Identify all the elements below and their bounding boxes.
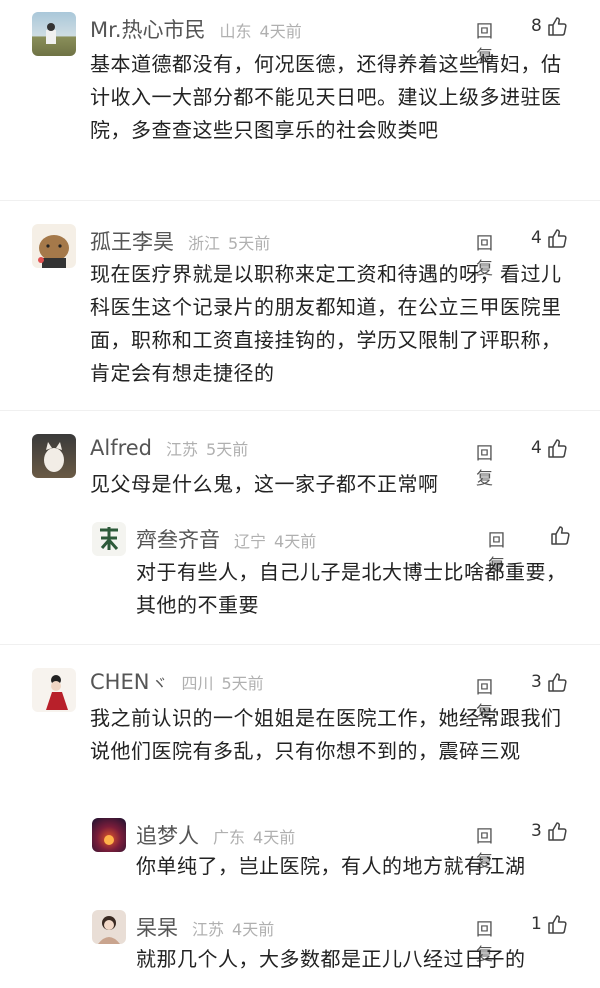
username[interactable]: 孤王李昊 [90, 226, 174, 256]
location: 山东 [219, 22, 252, 41]
like-button[interactable]: 3 [531, 820, 568, 842]
username[interactable]: 追梦人 [136, 820, 199, 850]
thumbs-up-icon [548, 673, 567, 692]
like-count: 4 [531, 228, 542, 248]
avatar[interactable] [32, 12, 76, 56]
thumbs-up-icon [548, 915, 567, 934]
sunset-avatar-icon [104, 835, 114, 845]
divider [0, 200, 600, 201]
like-count: 3 [531, 821, 542, 841]
capybara-avatar-icon [38, 235, 69, 268]
like-button[interactable] [545, 524, 571, 546]
user-badge: ヾ [151, 674, 168, 693]
like-button[interactable]: 4 [531, 227, 568, 249]
comment-header: 追梦人 广东 4天前 [136, 820, 295, 850]
like-button[interactable]: 3 [531, 671, 568, 693]
like-count: 3 [531, 672, 542, 692]
like-count: 4 [531, 438, 542, 458]
avatar[interactable] [92, 522, 126, 556]
timestamp: 5天前 [206, 440, 249, 459]
timestamp: 4天前 [259, 22, 302, 41]
avatar[interactable] [92, 910, 126, 944]
timestamp: 5天前 [228, 234, 271, 253]
like-count: 1 [531, 914, 542, 934]
username[interactable]: CHEN [90, 670, 149, 694]
location: 江苏 [166, 440, 199, 459]
calligraphy-avatar-icon [100, 527, 119, 550]
like-button[interactable]: 4 [531, 437, 568, 459]
comment-header: 齊叁齐音 辽宁 4天前 [136, 524, 316, 554]
comment-header: 孤王李昊 浙江 5天前 [90, 226, 270, 256]
thumbs-up-icon [548, 17, 567, 36]
avatar[interactable] [92, 818, 126, 852]
comment-text: 就那几个人，大多数都是正儿八经过日子的 [136, 947, 526, 971]
timestamp: 5天前 [221, 674, 264, 693]
avatar[interactable] [32, 668, 76, 712]
comment-text: 你单纯了，岂止医院，有人的地方就有江湖 [136, 854, 526, 878]
comment-text: 基本道德都没有，何况医德，还得养着这些情妇，估计收入一大部分都不能见天日吧。建议… [90, 52, 562, 142]
timestamp: 4天前 [232, 920, 275, 939]
like-button[interactable]: 8 [531, 15, 568, 37]
comment-text: 现在医疗界就是以职称来定工资和待遇的呀，看过儿科医生这个记录片的朋友都知道，在公… [90, 262, 562, 385]
comment-header: Alfred 江苏 5天前 [90, 436, 248, 460]
divider [0, 410, 600, 411]
girl-avatar-icon [46, 675, 68, 710]
comment-header: 杲杲 江苏 4天前 [136, 912, 274, 942]
comment-header: Mr.热心市民 山东 4天前 [90, 14, 302, 44]
like-button[interactable]: 1 [531, 913, 568, 935]
location: 江苏 [192, 920, 225, 939]
avatar[interactable] [32, 434, 76, 478]
thumbs-up-icon [551, 526, 570, 545]
username[interactable]: Mr.热心市民 [90, 14, 206, 44]
avatar-figure-icon [46, 23, 56, 44]
comment-text: 见父母是什么鬼，这一家子都不正常啊 [90, 472, 439, 496]
username[interactable]: 齊叁齐音 [136, 524, 220, 554]
avatar[interactable] [32, 224, 76, 268]
location: 浙江 [188, 234, 221, 253]
username[interactable]: Alfred [90, 436, 152, 460]
portrait-avatar-icon [98, 916, 120, 944]
thumbs-up-icon [548, 822, 567, 841]
thumbs-up-icon [548, 439, 567, 458]
timestamp: 4天前 [274, 532, 317, 551]
location: 辽宁 [234, 532, 267, 551]
like-count: 8 [531, 16, 542, 36]
location: 四川 [181, 674, 214, 693]
comment-header: CHEN ヾ 四川 5天前 [90, 670, 264, 694]
username[interactable]: 杲杲 [136, 912, 178, 942]
divider [0, 644, 600, 645]
location: 广东 [213, 828, 246, 847]
comment-text: 对于有些人，自己儿子是北大博士比啥都重要，其他的不重要 [136, 560, 567, 617]
comment-text: 我之前认识的一个姐姐是在医院工作，她经常跟我们说他们医院有多乱，只有你想不到的，… [90, 706, 562, 763]
thumbs-up-icon [548, 229, 567, 248]
timestamp: 4天前 [253, 828, 296, 847]
cat-avatar-icon [44, 442, 64, 472]
